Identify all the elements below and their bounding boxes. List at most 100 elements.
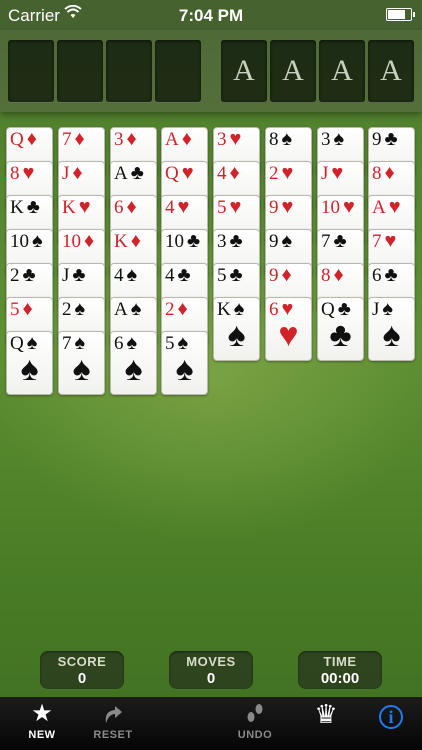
info-button[interactable]: i [361, 701, 421, 729]
card-rank: 3 [217, 231, 227, 252]
free-cell-4[interactable] [155, 40, 201, 102]
card-corner: A ♠ [114, 298, 142, 320]
new-button[interactable]: ★ NEW [12, 701, 72, 742]
free-cell-3[interactable] [106, 40, 152, 102]
card-suit: ♥ [281, 162, 294, 184]
card-corner: 4 ♥ [165, 196, 190, 218]
card-suit: ♣ [384, 264, 398, 286]
card-suit: ♠ [333, 128, 345, 150]
card[interactable]: 6 ♠ ♠ [110, 331, 157, 395]
card-corner: A ♥ [372, 196, 401, 218]
info-icon: i [379, 705, 403, 729]
card-corner: 8 ♥ [10, 163, 34, 183]
card-rank: 5 [165, 333, 175, 354]
free-cell-1[interactable] [8, 40, 54, 102]
card-suit: ♣ [130, 162, 144, 184]
card-suit: ♦ [22, 298, 33, 320]
card-corner: 10 ♠ [10, 231, 43, 251]
card-rank: 7 [321, 231, 331, 252]
card-corner: 3 ♥ [217, 128, 242, 150]
foundation-1[interactable]: A [221, 40, 267, 102]
card-suit: ♦ [229, 162, 240, 184]
card-corner: 10 ♦ [62, 231, 94, 252]
score-panel: SCORE 0 [40, 651, 124, 689]
card-suit: ♥ [78, 196, 91, 218]
card-suit: ♥ [388, 196, 401, 218]
card-suit: ♣ [187, 230, 201, 252]
card-rank: A [165, 129, 179, 150]
card-rank: A [114, 299, 128, 320]
card-suit: ♠ [281, 128, 293, 150]
card-suit: ♠ [126, 264, 138, 286]
card-corner: Q ♥ [165, 163, 194, 184]
card[interactable]: Q ♠ ♠ [6, 331, 53, 395]
card-rank: 3 [114, 129, 124, 150]
foundation-3[interactable]: A [319, 40, 365, 102]
card-suit: ♣ [333, 230, 347, 252]
reset-button[interactable]: RESET [83, 701, 143, 741]
card-corner: 3 ♣ [217, 231, 243, 252]
card-rank: 6 [269, 299, 279, 320]
card-rank: 4 [114, 265, 124, 286]
card-corner: 9 ♣ [372, 128, 398, 150]
card-rank: 10 [62, 231, 81, 252]
card[interactable]: K ♠ ♠ [213, 297, 260, 361]
card-rank: Q [10, 129, 24, 150]
card-suit: ♦ [72, 162, 83, 184]
card-suit: ♣ [384, 128, 398, 150]
card-rank: 4 [217, 163, 227, 184]
foundation-2[interactable]: A [270, 40, 316, 102]
undo-label: UNDO [237, 729, 273, 741]
battery-icon [386, 8, 415, 21]
card-corner: 2 ♣ [10, 265, 36, 285]
card-rank: 9 [269, 197, 279, 218]
card-corner: 9 ♦ [269, 265, 292, 286]
card-rank: 10 [165, 231, 184, 252]
card-rank: J [62, 163, 70, 184]
card-rank: Q [165, 163, 179, 184]
card-rank: 9 [269, 265, 279, 286]
foundation-4[interactable]: A [368, 40, 414, 102]
card-corner: 9 ♥ [269, 197, 293, 218]
card-corner: 5 ♦ [10, 298, 33, 320]
card-rank: 4 [165, 265, 175, 286]
card-suit: ♥ [229, 128, 242, 150]
card-rank: 3 [217, 129, 227, 150]
card-corner: 7 ♣ [321, 230, 347, 252]
score-value: 0 [77, 670, 87, 687]
card-center-suit: ♠ [72, 350, 91, 388]
free-cell-2[interactable] [57, 40, 103, 102]
card-rank: J [372, 299, 380, 320]
card-suit: ♦ [181, 128, 192, 150]
card-rank: J [62, 265, 70, 286]
card[interactable]: Q ♣ ♣ [317, 297, 364, 361]
card[interactable]: 5 ♠ ♠ [161, 331, 208, 395]
card-corner: K ♣ [10, 197, 40, 217]
card-suit: ♦ [177, 298, 188, 320]
card-suit: ♠ [281, 230, 293, 252]
card[interactable]: 6 ♥ ♥ [265, 297, 312, 361]
card-suit: ♠ [130, 298, 142, 320]
undo-button[interactable]: UNDO [225, 701, 285, 741]
card-center-suit: ♠ [227, 316, 246, 354]
card-corner: 6 ♦ [114, 197, 137, 218]
card-corner: J ♥ [321, 163, 343, 183]
card-rank: 5 [10, 299, 20, 320]
card-suit: ♥ [343, 196, 355, 218]
reset-label: RESET [93, 729, 133, 741]
leaderboard-button[interactable]: ♛ [296, 701, 356, 727]
crown-icon: ♛ [314, 699, 338, 729]
moves-value: 0 [206, 670, 216, 687]
card-corner: 4 ♦ [217, 162, 240, 184]
card-suit: ♥ [177, 196, 190, 218]
card-corner: 2 ♥ [269, 162, 294, 184]
card-corner: 8 ♦ [372, 163, 395, 183]
card[interactable]: J ♠ ♠ [368, 297, 415, 361]
card-corner: 2 ♦ [165, 298, 188, 320]
moves-label: MOVES [186, 654, 236, 669]
card-rank: 5 [217, 265, 227, 286]
card[interactable]: 7 ♠ ♠ [58, 331, 105, 395]
card-rank: 6 [114, 197, 124, 218]
card-rank: 9 [372, 129, 382, 150]
card-suit: ♦ [26, 128, 37, 150]
